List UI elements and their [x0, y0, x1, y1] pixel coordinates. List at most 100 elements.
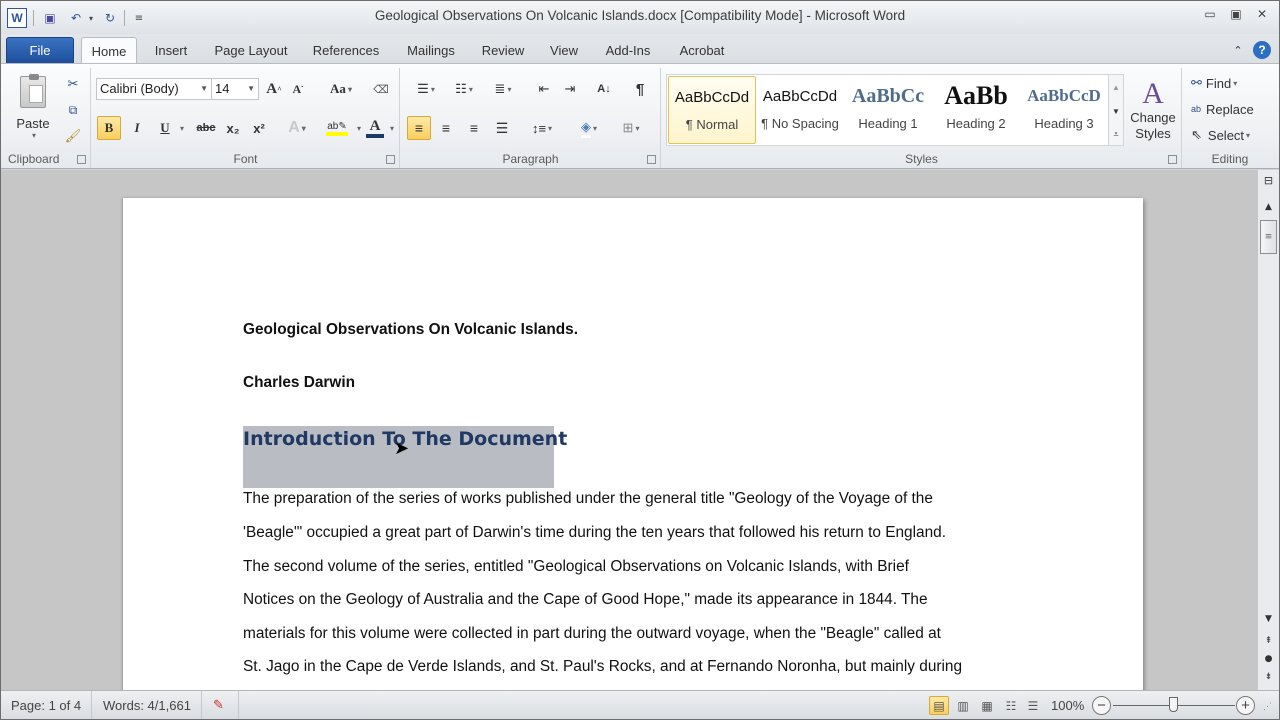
replace-label: Replace [1206, 101, 1254, 117]
cut-icon[interactable]: ✂ [63, 74, 83, 94]
mouse-pointer-icon: ➤ [394, 438, 410, 459]
resize-grip-icon[interactable]: ⋰ [1263, 701, 1272, 712]
decrease-indent-icon[interactable]: ⇤ [533, 79, 555, 99]
document-page[interactable]: Geological Observations On Volcanic Isla… [123, 198, 1143, 690]
highlight-color-button[interactable]: ab✎ [320, 116, 354, 140]
styles-more-icon[interactable]: ⩡ [1109, 123, 1123, 145]
style-normal[interactable]: AaBbCcDd ¶ Normal [668, 76, 756, 144]
line-spacing-button[interactable]: ↕≡ ▾ [525, 118, 559, 138]
multilevel-list-button[interactable]: ≣ ▾ [485, 79, 521, 99]
tab-home[interactable]: Home [81, 37, 137, 65]
change-case-button[interactable]: Aa ▾ [326, 79, 356, 99]
paragraph-launcher-icon[interactable] [647, 155, 656, 164]
font-size-combo[interactable]: 14 ▼ [211, 78, 259, 100]
outline-icon[interactable]: ☷ [1001, 696, 1021, 715]
strikethrough-button[interactable]: abc [194, 118, 218, 138]
underline-button[interactable]: U [154, 118, 176, 138]
style-no-spacing[interactable]: AaBbCcDd ¶ No Spacing [756, 76, 844, 144]
clear-formatting-icon[interactable]: ⌫ [370, 79, 392, 99]
underline-dropdown-icon[interactable]: ▾ [176, 118, 188, 138]
help-icon[interactable]: ? [1253, 41, 1271, 59]
select-button[interactable]: ⇖ Select ▾ [1191, 124, 1275, 146]
window-title: Geological Observations On Volcanic Isla… [374, 8, 906, 23]
web-layout-icon[interactable]: ▦ [977, 696, 997, 715]
select-label: Select [1207, 127, 1245, 143]
increase-indent-icon[interactable]: ⇥ [559, 79, 581, 99]
styles-scroll-down-icon[interactable]: ▼ [1109, 99, 1123, 123]
justify-icon[interactable]: ☰ [491, 118, 513, 138]
borders-button[interactable]: ⊞ ▾ [613, 118, 649, 138]
tab-page-layout[interactable]: Page Layout [207, 37, 295, 64]
proofing-icon[interactable]: ✎ [199, 691, 239, 719]
tab-review[interactable]: Review [476, 37, 530, 64]
close-icon[interactable]: ✕ [1255, 7, 1269, 21]
grow-font-icon[interactable]: A ^ [264, 79, 284, 99]
tab-acrobat[interactable]: Acrobat [671, 37, 733, 64]
align-center-icon[interactable]: ≡ [435, 118, 457, 138]
editing-group-label: Editing [1211, 152, 1249, 166]
tab-view[interactable]: View [542, 37, 586, 64]
font-family-value: Calibri (Body) [100, 81, 179, 96]
sort-icon[interactable]: A↓ [593, 79, 615, 99]
previous-page-icon[interactable]: ⇞ [1260, 632, 1277, 649]
draft-icon[interactable]: ☰ [1023, 696, 1043, 715]
zoom-level[interactable]: 100% [1051, 698, 1084, 713]
clipboard-launcher-icon[interactable] [77, 155, 86, 164]
tab-add-ins[interactable]: Add-Ins [598, 37, 658, 64]
shading-button[interactable]: ◈ ▾ [571, 116, 607, 140]
tab-references[interactable]: References [306, 37, 386, 64]
style-heading-2[interactable]: AaBb Heading 2 [932, 76, 1020, 144]
change-styles-button[interactable]: A Change Styles [1128, 72, 1178, 148]
title-bar: W ▣ ↶ ▾ ↻ ≡ Geological Observations On V… [1, 1, 1279, 34]
maximize-icon[interactable]: ▣ [1229, 7, 1243, 21]
styles-scroll-up-icon[interactable]: ▲ [1109, 75, 1123, 99]
change-case-icon: Aa [330, 81, 346, 96]
scroll-up-icon[interactable]: ▲ [1260, 198, 1277, 215]
shrink-font-icon[interactable]: Aˇ [288, 79, 308, 99]
numbering-button[interactable]: ☷ ▾ [447, 79, 481, 99]
style-heading-1[interactable]: AaBbCc Heading 1 [844, 76, 932, 144]
tab-file[interactable]: File [6, 37, 74, 64]
vertical-scrollbar[interactable]: ⊟ ▲ ≡ ▼ ⇞ ● ⇟ [1257, 170, 1279, 690]
font-size-dropdown-icon[interactable]: ▼ [247, 79, 255, 99]
editing-group: ⚯ Find ▾ ab Replace ⇖ Select ▾ Editing [1183, 68, 1277, 168]
tab-insert[interactable]: Insert [147, 37, 195, 64]
scroll-down-icon[interactable]: ▼ [1260, 610, 1277, 627]
style-heading-3[interactable]: AaBbCcD Heading 3 [1020, 76, 1108, 144]
align-left-icon[interactable]: ≡ [407, 116, 431, 140]
replace-button[interactable]: ab Replace [1191, 98, 1275, 120]
format-painter-icon[interactable]: 🖌 [63, 126, 83, 146]
ruler-toggle-icon[interactable]: ⊟ [1260, 172, 1277, 189]
align-right-icon[interactable]: ≡ [463, 118, 485, 138]
bold-button[interactable]: B [97, 116, 121, 140]
full-screen-reading-icon[interactable]: ▥ [953, 696, 973, 715]
page-count[interactable]: Page: 1 of 4 [1, 691, 93, 719]
scroll-thumb[interactable]: ≡ [1260, 220, 1277, 254]
find-button[interactable]: ⚯ Find ▾ [1191, 72, 1271, 94]
zoom-in-icon[interactable]: + [1236, 696, 1255, 715]
zoom-out-icon[interactable]: − [1092, 696, 1111, 715]
zoom-slider-thumb[interactable] [1169, 697, 1178, 712]
bullets-button[interactable]: ☰ ▾ [409, 79, 443, 99]
font-family-dropdown-icon[interactable]: ▼ [200, 79, 208, 99]
tab-mailings[interactable]: Mailings [399, 37, 463, 64]
text-effects-icon[interactable]: A ▾ [284, 118, 310, 138]
superscript-button[interactable]: x² [248, 118, 270, 138]
font-launcher-icon[interactable] [386, 155, 395, 164]
styles-launcher-icon[interactable] [1168, 155, 1177, 164]
paste-button[interactable]: Paste ▾ [11, 72, 55, 144]
word-count[interactable]: Words: 4/1,661 [93, 691, 202, 719]
print-layout-icon[interactable]: ▤ [929, 696, 949, 715]
font-color-dropdown-icon[interactable]: ▾ [387, 118, 397, 138]
paste-label: Paste [16, 116, 50, 131]
subscript-button[interactable]: x₂ [222, 118, 244, 138]
minimize-icon[interactable]: ▭ [1203, 7, 1217, 21]
font-family-combo[interactable]: Calibri (Body) ▼ [96, 78, 212, 100]
next-page-icon[interactable]: ⇟ [1260, 668, 1277, 685]
italic-button[interactable]: I [126, 118, 148, 138]
copy-icon[interactable]: ⧉ [63, 100, 83, 120]
show-formatting-marks-icon[interactable]: ¶ [629, 79, 651, 99]
minimize-ribbon-icon[interactable]: ⌃ [1229, 37, 1247, 64]
browse-object-icon[interactable]: ● [1260, 650, 1277, 667]
font-color-button[interactable]: A [362, 116, 388, 140]
